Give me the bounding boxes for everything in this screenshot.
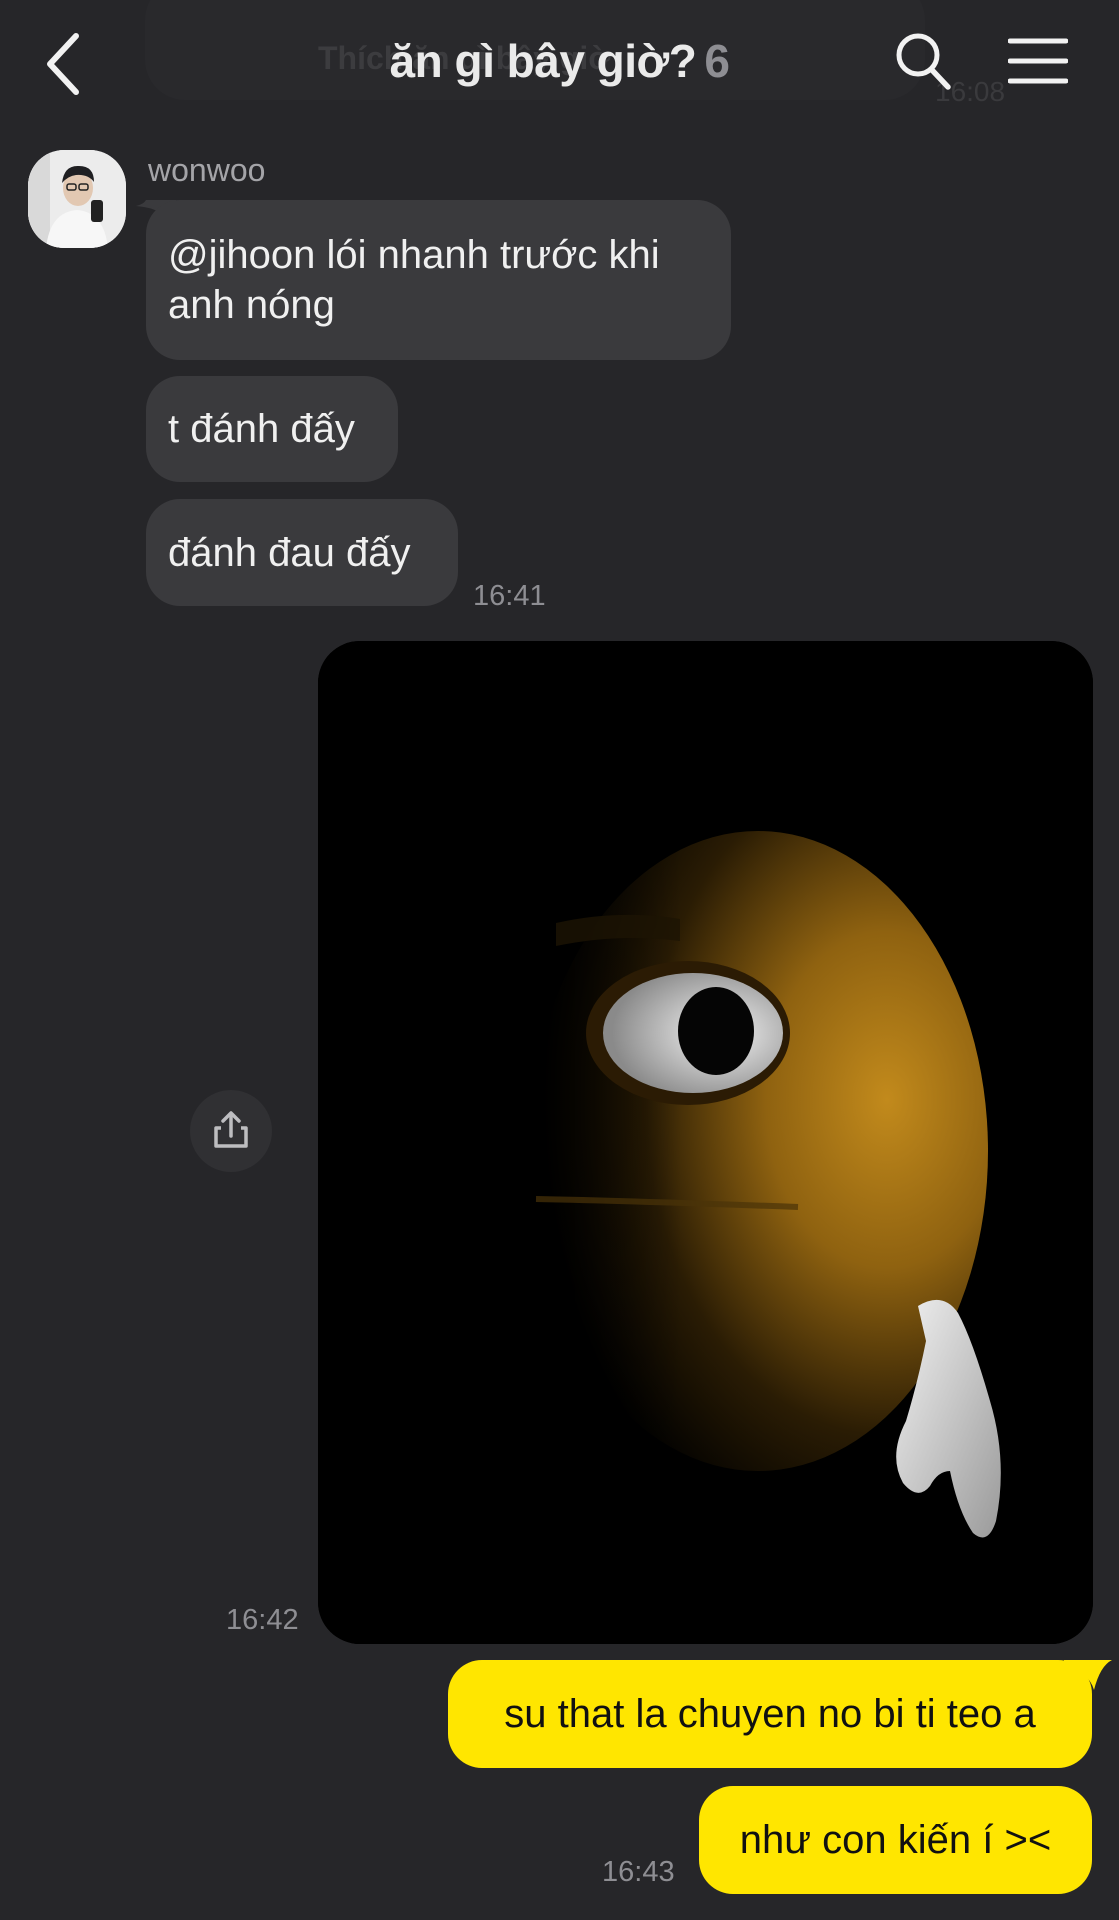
share-button[interactable]	[190, 1090, 272, 1172]
chat-room-name: ăn gì bây giờ?	[389, 35, 697, 87]
hamburger-menu-icon	[1007, 38, 1069, 84]
outgoing-message-bubble[interactable]: như con kiến í ><	[699, 1786, 1092, 1894]
message-timestamp: 16:42	[226, 1604, 299, 1636]
sender-name: wonwoo	[148, 152, 266, 188]
message-text: đánh đau đấy	[168, 530, 411, 575]
incoming-message-bubble[interactable]: @jihoon lói nhanh trước khi anh nóng	[146, 200, 731, 360]
outgoing-message-bubble[interactable]: su that la chuyen no bi ti teo a	[448, 1660, 1092, 1768]
message-text: su that la chuyen no bi ti teo a	[504, 1691, 1036, 1736]
message-timestamp: 16:43	[602, 1856, 675, 1888]
chat-header: Thích ăn gì bây giờ 16:08 ăn gì bây giờ?…	[0, 0, 1119, 130]
message-text: t đánh đấy	[168, 407, 355, 451]
image-message[interactable]	[318, 641, 1093, 1644]
message-text: @jihoon lói nhanh trước khi anh nóng	[168, 233, 660, 327]
message-text: như con kiến í ><	[739, 1817, 1052, 1862]
message-timestamp: 16:41	[473, 580, 546, 612]
incoming-message-bubble[interactable]: đánh đau đấy	[146, 499, 458, 606]
search-icon	[896, 33, 951, 90]
emoji-meme-image	[318, 641, 1093, 1644]
share-icon	[214, 1111, 248, 1148]
profile-photo	[28, 150, 126, 248]
avatar[interactable]	[28, 150, 126, 248]
search-button[interactable]	[893, 30, 953, 92]
member-count: 6	[704, 35, 730, 87]
menu-button[interactable]	[1007, 36, 1069, 86]
incoming-message-bubble[interactable]: t đánh đấy	[146, 376, 398, 482]
